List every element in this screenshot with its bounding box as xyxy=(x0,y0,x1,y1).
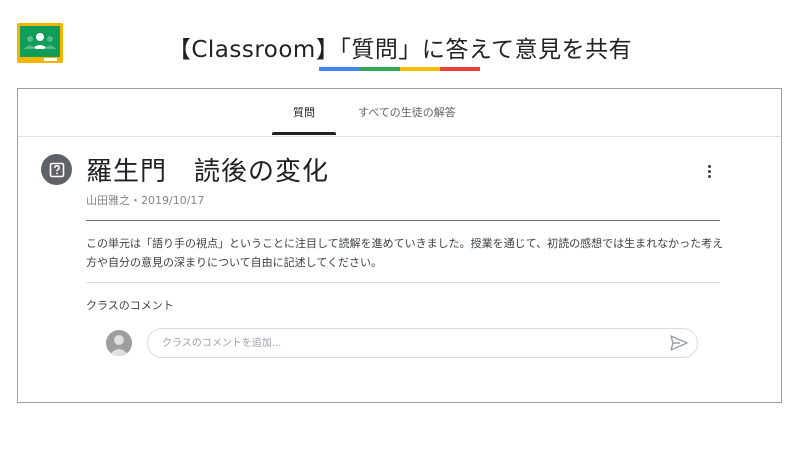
title-divider xyxy=(86,220,720,221)
description-divider xyxy=(86,282,720,283)
avatar xyxy=(106,330,132,356)
color-bar-segment-green xyxy=(359,67,400,71)
tab-bar: 質問 すべての生徒の解答 xyxy=(18,89,781,137)
class-comments-label: クラスのコメント xyxy=(86,299,174,312)
user-avatar-icon xyxy=(109,335,129,356)
more-options-icon[interactable] xyxy=(704,163,714,181)
slide-title: 【Classroom】「質問」に答えて意見を共有 xyxy=(167,37,633,63)
color-bar-segment-yellow xyxy=(399,67,440,71)
active-tab-indicator xyxy=(272,132,336,135)
post-description: この単元は「語り手の視点」ということに注目して読解を進めていきました。授業を通じ… xyxy=(86,237,724,269)
color-bar-segment-red xyxy=(439,67,480,71)
class-comment-input[interactable] xyxy=(147,328,698,358)
tab-all-student-answers[interactable]: すべての生徒の解答 xyxy=(358,104,456,120)
post-title: 羅生門 読後の変化 xyxy=(86,157,330,187)
tab-question[interactable]: 質問 xyxy=(293,104,315,120)
post-author-date: 山田雅之・2019/10/17 xyxy=(86,194,205,207)
google-color-bar xyxy=(319,67,480,71)
question-icon xyxy=(41,154,72,185)
color-bar-segment-blue xyxy=(319,67,360,71)
send-icon[interactable] xyxy=(670,335,688,351)
classroom-screenshot-frame: 質問 すべての生徒の解答 羅生門 読後の変化 山田雅之・2019/10/17 こ… xyxy=(17,88,782,403)
question-glyph-icon xyxy=(49,162,64,177)
